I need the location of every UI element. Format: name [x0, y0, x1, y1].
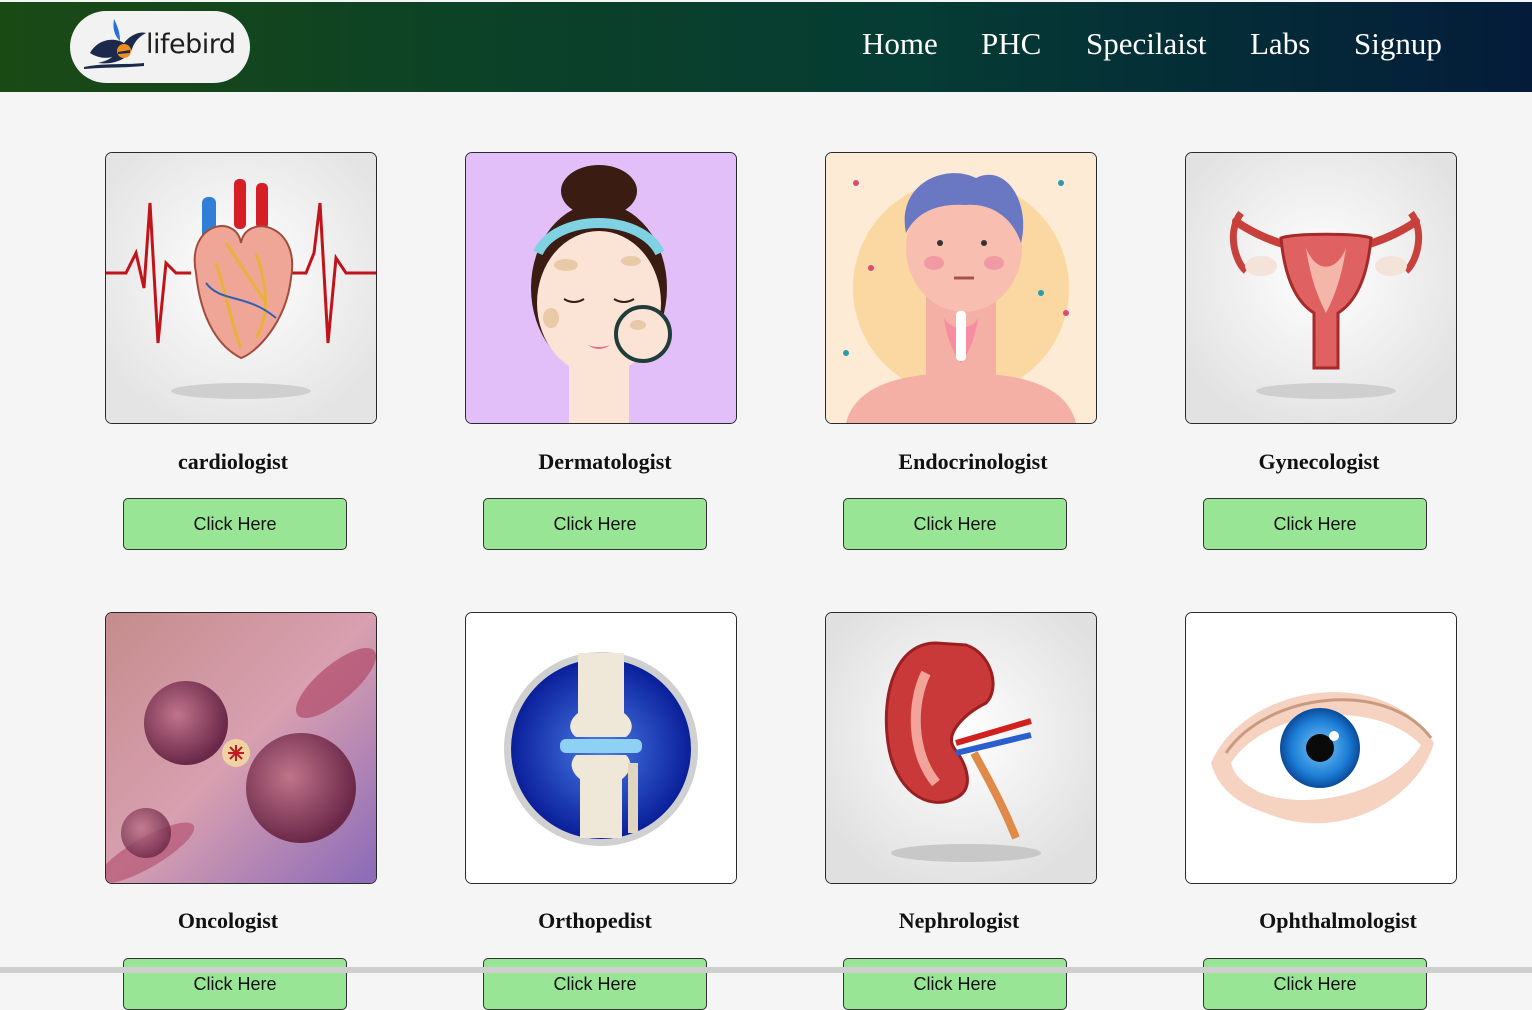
- nav-phc[interactable]: PHC: [981, 26, 1041, 62]
- card-button-nephrologist[interactable]: Click Here: [843, 958, 1067, 1010]
- skin-face-image: [466, 153, 736, 423]
- card-title-ophthalmologist: Ophthalmologist: [1259, 908, 1417, 933]
- card-image-dermatologist: [465, 152, 737, 424]
- nav-home[interactable]: Home: [862, 26, 938, 62]
- thyroid-image: [826, 153, 1096, 423]
- card-title-nephrologist: Nephrologist: [898, 908, 1020, 933]
- uterus-image: [1186, 153, 1456, 423]
- card-image-cardiologist: [105, 152, 377, 424]
- knee-joint-image: [466, 613, 736, 883]
- kidney-image: [826, 613, 1096, 883]
- nav-signup[interactable]: Signup: [1354, 26, 1442, 62]
- card-button-cardiologist[interactable]: Click Here: [123, 498, 347, 550]
- heart-image: [106, 153, 376, 423]
- card-title-gynecologist: Gynecologist: [1258, 449, 1380, 474]
- brand-name: lifebird: [146, 29, 236, 60]
- card-button-gynecologist[interactable]: Click Here: [1203, 498, 1427, 550]
- card-title-oncologist: Oncologist: [177, 908, 279, 933]
- card-button-endocrinologist[interactable]: Click Here: [843, 498, 1067, 550]
- card-button-orthopedist[interactable]: Click Here: [483, 958, 707, 1010]
- nav-labs[interactable]: Labs: [1250, 26, 1310, 62]
- card-title-dermatologist: Dermatologist: [538, 449, 672, 474]
- top-navbar: lifebird Home PHC Specilaist Labs Signup: [0, 2, 1532, 92]
- brand-logo[interactable]: lifebird: [70, 11, 250, 83]
- card-image-ophthalmologist: [1185, 612, 1457, 884]
- card-button-ophthalmologist[interactable]: Click Here: [1203, 958, 1427, 1010]
- nav-specialist[interactable]: Specilaist: [1086, 26, 1207, 62]
- card-image-nephrologist: [825, 612, 1097, 884]
- card-image-endocrinologist: [825, 152, 1097, 424]
- card-button-dermatologist[interactable]: Click Here: [483, 498, 707, 550]
- card-title-cardiologist: cardiologist: [178, 449, 288, 474]
- card-title-endocrinologist: Endocrinologist: [898, 449, 1048, 474]
- bird-logo-icon: [84, 19, 146, 69]
- horizontal-scrollbar[interactable]: [0, 967, 1532, 973]
- cancer-cells-image: [106, 613, 376, 883]
- card-image-orthopedist: [465, 612, 737, 884]
- card-title-orthopedist: Orthopedist: [538, 908, 652, 933]
- eye-image: [1186, 613, 1456, 883]
- card-button-oncologist[interactable]: Click Here: [123, 958, 347, 1010]
- card-image-oncologist: [105, 612, 377, 884]
- card-image-gynecologist: [1185, 152, 1457, 424]
